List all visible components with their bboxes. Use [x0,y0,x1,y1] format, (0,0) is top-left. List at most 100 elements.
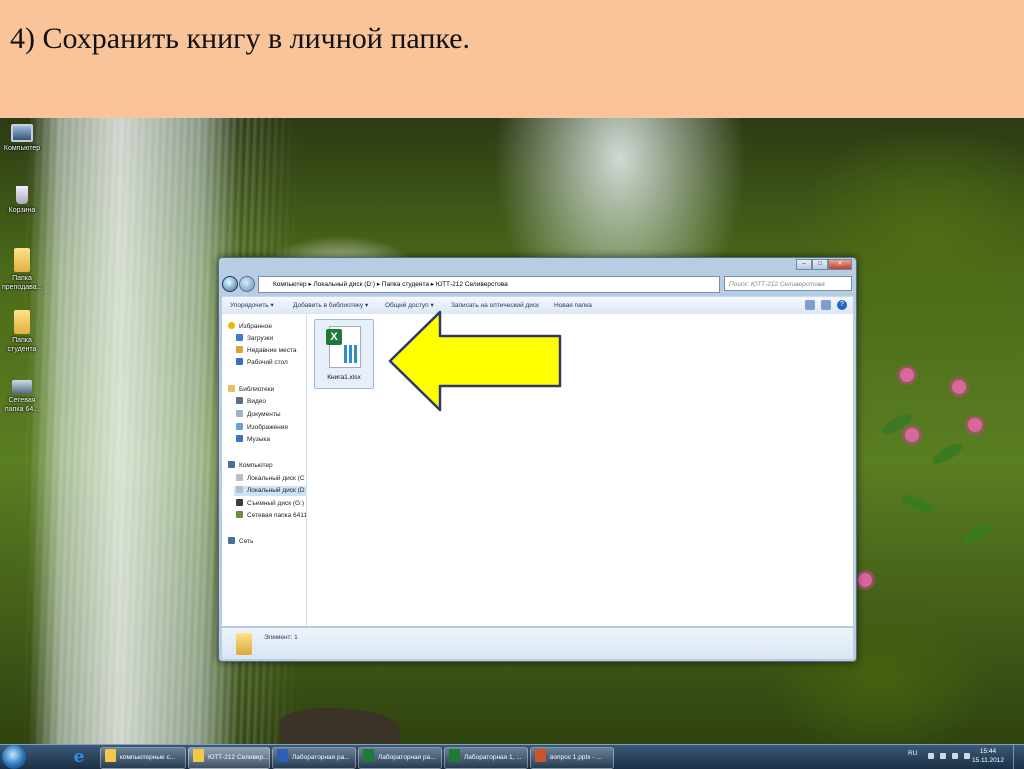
navigation-pane: Избранное Загрузки Недавние места Рабочи… [222,314,307,626]
taskbar-button[interactable]: компьютерные с... [100,747,186,769]
images-icon [236,423,243,430]
nav-label: Компьютер [239,462,273,469]
minimize-button[interactable]: – [796,259,812,270]
folder-icon [193,749,204,762]
taskbar-label: Лабораторная ра... [378,754,436,761]
video-icon [236,397,243,404]
desktop-icon-label: Корзина [8,207,36,214]
breadcrumb-item[interactable]: Папка студента [382,281,429,288]
preview-pane-icon[interactable] [821,300,831,310]
nav-favorites[interactable]: Избранное [228,322,272,332]
tray-arrow-icon[interactable] [928,753,934,759]
nav-music[interactable]: Музыка [236,435,270,445]
powerpoint-icon [535,749,546,762]
network-icon [228,537,235,544]
nav-label: Документы [247,411,281,418]
file-item[interactable]: X Книга1.xlsx [314,319,374,389]
desktop-icon-network-folder[interactable]: Сетевая папка 64... [2,380,42,414]
desktop-icon-label: Папка преподава... [2,275,43,291]
nav-libraries[interactable]: Библиотеки [228,385,274,395]
music-icon [236,435,243,442]
flower [900,368,914,382]
status-text: Элемент: 1 [264,634,298,641]
taskbar-button-active[interactable]: ЮТТ-212 Селивер... [188,747,270,769]
flower [968,418,982,432]
desktop-icon-computer[interactable]: Компьютер [2,124,42,153]
clock[interactable]: 15:44 15.11.2012 [972,747,1004,765]
volume-icon[interactable] [964,753,970,759]
desktop-icon-label: Компьютер [3,145,41,152]
nav-label: Музыка [247,436,270,443]
excel-icon [449,749,460,762]
nav-label: Рабочий стол [247,359,288,366]
taskbar-button[interactable]: вопрос 1.pptx - ... [530,747,614,769]
language-indicator[interactable]: RU [908,750,917,757]
recycle-bin-icon [16,186,28,204]
flower [952,380,966,394]
nav-label: Загрузки [247,335,274,342]
nav-desktop[interactable]: Рабочий стол [236,358,288,368]
nav-computer[interactable]: Компьютер [228,461,273,471]
view-controls: ? [805,300,847,310]
forward-button[interactable]: › [239,276,255,292]
folder-icon [14,248,30,272]
breadcrumb-item[interactable]: ЮТТ-212 Селиверстова [436,281,508,288]
address-bar[interactable]: Компьютер ▸ Локальный диск (D:) ▸ Папка … [258,276,720,293]
slide-title: 4) Сохранить книгу в личной папке. [10,22,471,55]
nav-label: Сетевая папка 6411 [247,512,307,519]
taskbar-button[interactable]: Лабораторная ра... [272,747,356,769]
taskbar-button[interactable]: Лабораторная 1, ... [444,747,528,769]
breadcrumb-item[interactable]: Локальный диск (D:) [314,281,376,288]
add-to-library-button[interactable]: Добавить в библиотеку ▾ [293,297,368,314]
nav-downloads[interactable]: Загрузки [236,334,273,344]
folder-icon [14,310,30,334]
back-button[interactable]: ‹ [222,276,238,292]
window-controls: – □ ✕ [796,259,852,270]
taskbar-label: Лабораторная 1, ... [464,754,522,761]
nav-label: Избранное [239,323,272,330]
nav-network[interactable]: Сеть [228,537,253,547]
flag-icon[interactable] [940,753,946,759]
desktop-icon-label: Папка студента [7,337,37,353]
taskbar-label: вопрос 1.pptx - ... [550,754,602,761]
help-icon[interactable]: ? [837,300,847,310]
taskbar-label: ЮТТ-212 Селивер... [208,754,269,761]
nav-removable[interactable]: Съемный диск (G:) [236,499,304,509]
word-icon [277,749,288,762]
show-desktop-button[interactable] [1013,745,1024,769]
search-input[interactable]: Поиск: ЮТТ-212 Селиверстова [724,276,852,291]
nav-label: Видео [247,398,266,405]
desktop-icon [236,358,243,365]
removable-disk-icon [236,499,243,506]
nav-label: Локальный диск (C [247,475,305,482]
disk-icon [236,474,243,481]
nav-video[interactable]: Видео [236,397,266,407]
nav-label: Сеть [239,538,254,545]
start-button[interactable] [2,745,26,769]
close-button[interactable]: ✕ [828,259,852,270]
nav-label: Съемный диск (G:) [247,500,305,507]
view-options-icon[interactable] [805,300,815,310]
taskbar: e компьютерные с... ЮТТ-212 Селивер... Л… [0,744,1024,769]
desktop-icon-label: Сетевая папка 64... [4,397,40,413]
excel-file-icon: X [326,326,361,368]
nav-network-folder[interactable]: Сетевая папка 6411 [236,511,307,521]
desktop-icon-recycle-bin[interactable]: Корзина [2,186,42,215]
nav-disk-d[interactable]: Локальный диск (D [234,486,306,496]
desktop-icon-student-folder[interactable]: Папка студента [2,310,42,354]
network-icon[interactable] [952,753,958,759]
nav-documents[interactable]: Документы [236,410,281,420]
libraries-icon [228,385,235,392]
breadcrumb-item[interactable]: Компьютер [259,281,307,288]
nav-label: Локальный диск (D [247,487,305,494]
internet-explorer-icon[interactable]: e [66,747,92,767]
nav-images[interactable]: Изображения [236,423,288,433]
taskbar-button[interactable]: Лабораторная ра... [358,747,442,769]
slide-title-banner: 4) Сохранить книгу в личной папке. [0,0,1024,118]
nav-recent[interactable]: Недавние места [236,346,297,356]
maximize-button[interactable]: □ [812,259,828,270]
address-row: ‹ › Компьютер ▸ Локальный диск (D:) ▸ Па… [222,275,853,293]
desktop-icon-teacher-folder[interactable]: Папка преподава... [2,248,42,292]
nav-disk-c[interactable]: Локальный диск (C [236,474,305,484]
organize-button[interactable]: Упорядочить ▾ [230,297,274,314]
